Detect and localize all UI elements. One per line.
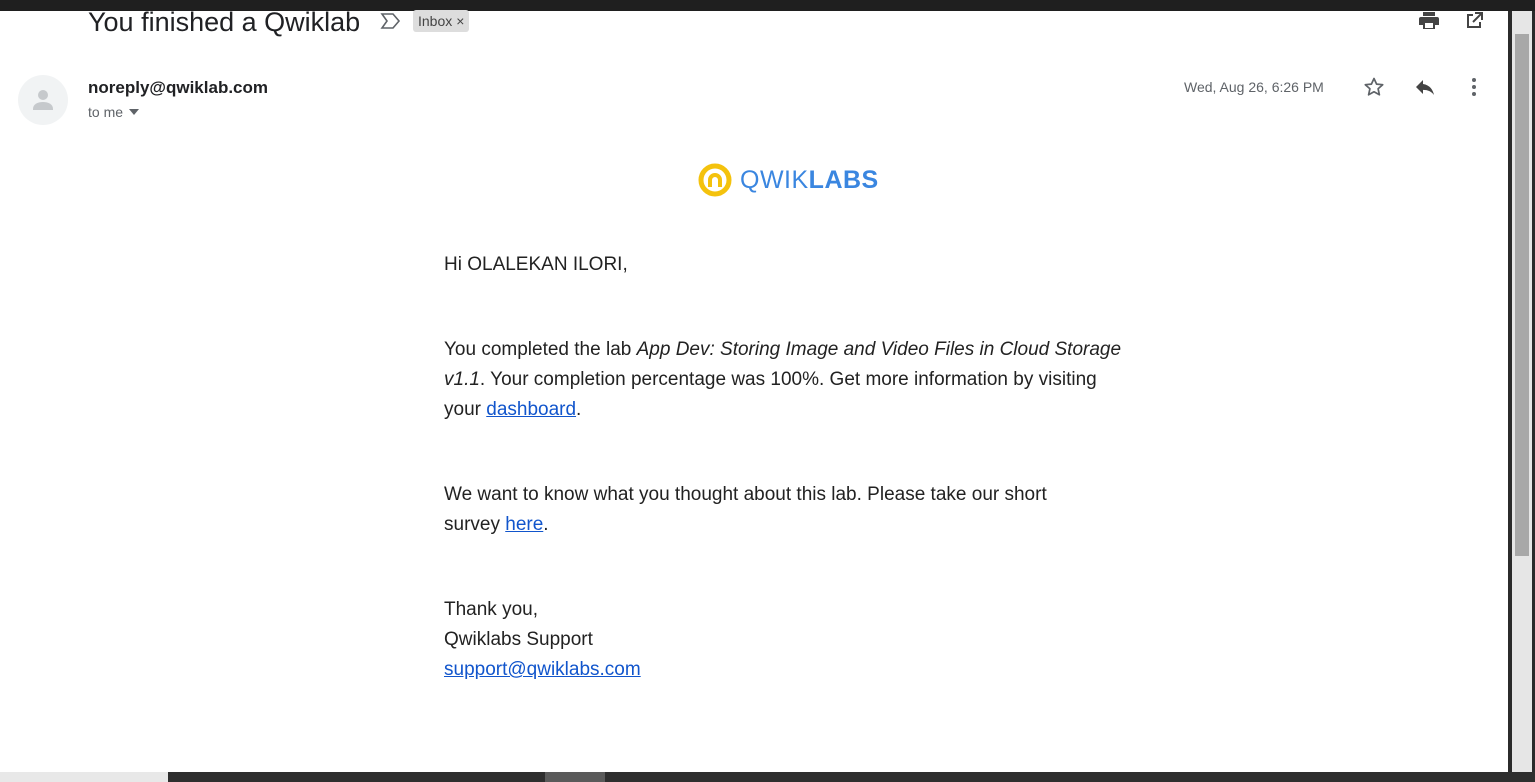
email-date: Wed, Aug 26, 6:26 PM [1184, 79, 1324, 95]
label-important-icon[interactable] [379, 11, 403, 31]
taskbar-active-item[interactable] [545, 772, 605, 782]
greeting: Hi OLALEKAN ILORI, [444, 254, 628, 275]
completion-paragraph: You completed the lab App Dev: Storing I… [444, 339, 1122, 420]
qwiklabs-wordmark: QWIKLABS [740, 165, 879, 194]
qwiklabs-logo-mark [698, 163, 732, 197]
taskbar [0, 772, 1535, 782]
person-avatar-icon [33, 90, 53, 110]
email-subject: You finished a Qwiklab [88, 7, 361, 37]
caret-down-icon [129, 109, 140, 115]
sender-address[interactable]: noreply@qwiklab.com [88, 77, 268, 99]
signature: Qwiklabs Support [444, 629, 593, 650]
sender-avatar [18, 75, 68, 125]
inbox-label-chip: Inbox × [413, 10, 470, 32]
qwiklabs-logo: QWIKLABS [698, 162, 879, 198]
recipient-line: to me [88, 104, 124, 120]
survey-paragraph: We want to know what you thought about t… [444, 484, 1047, 535]
remove-label-icon[interactable]: × [456, 10, 464, 32]
star-icon[interactable] [1362, 75, 1386, 99]
open-in-new-window-icon[interactable] [1462, 9, 1486, 33]
taskbar-left-region [0, 772, 168, 782]
support-email-link[interactable]: support@qwiklabs.com [444, 659, 641, 680]
signoff: Thank you, [444, 599, 538, 620]
survey-link[interactable]: here [505, 514, 543, 535]
print-icon[interactable] [1417, 9, 1441, 33]
scrollbar-thumb[interactable] [1515, 34, 1529, 556]
support-email-line: support@qwiklabs.com [444, 655, 1124, 685]
inbox-label-text: Inbox [418, 13, 453, 29]
reply-icon[interactable] [1413, 75, 1437, 99]
dashboard-link[interactable]: dashboard [486, 399, 576, 420]
more-vert-icon[interactable] [1462, 75, 1486, 99]
recipient-details-toggle[interactable]: to me [88, 102, 140, 122]
